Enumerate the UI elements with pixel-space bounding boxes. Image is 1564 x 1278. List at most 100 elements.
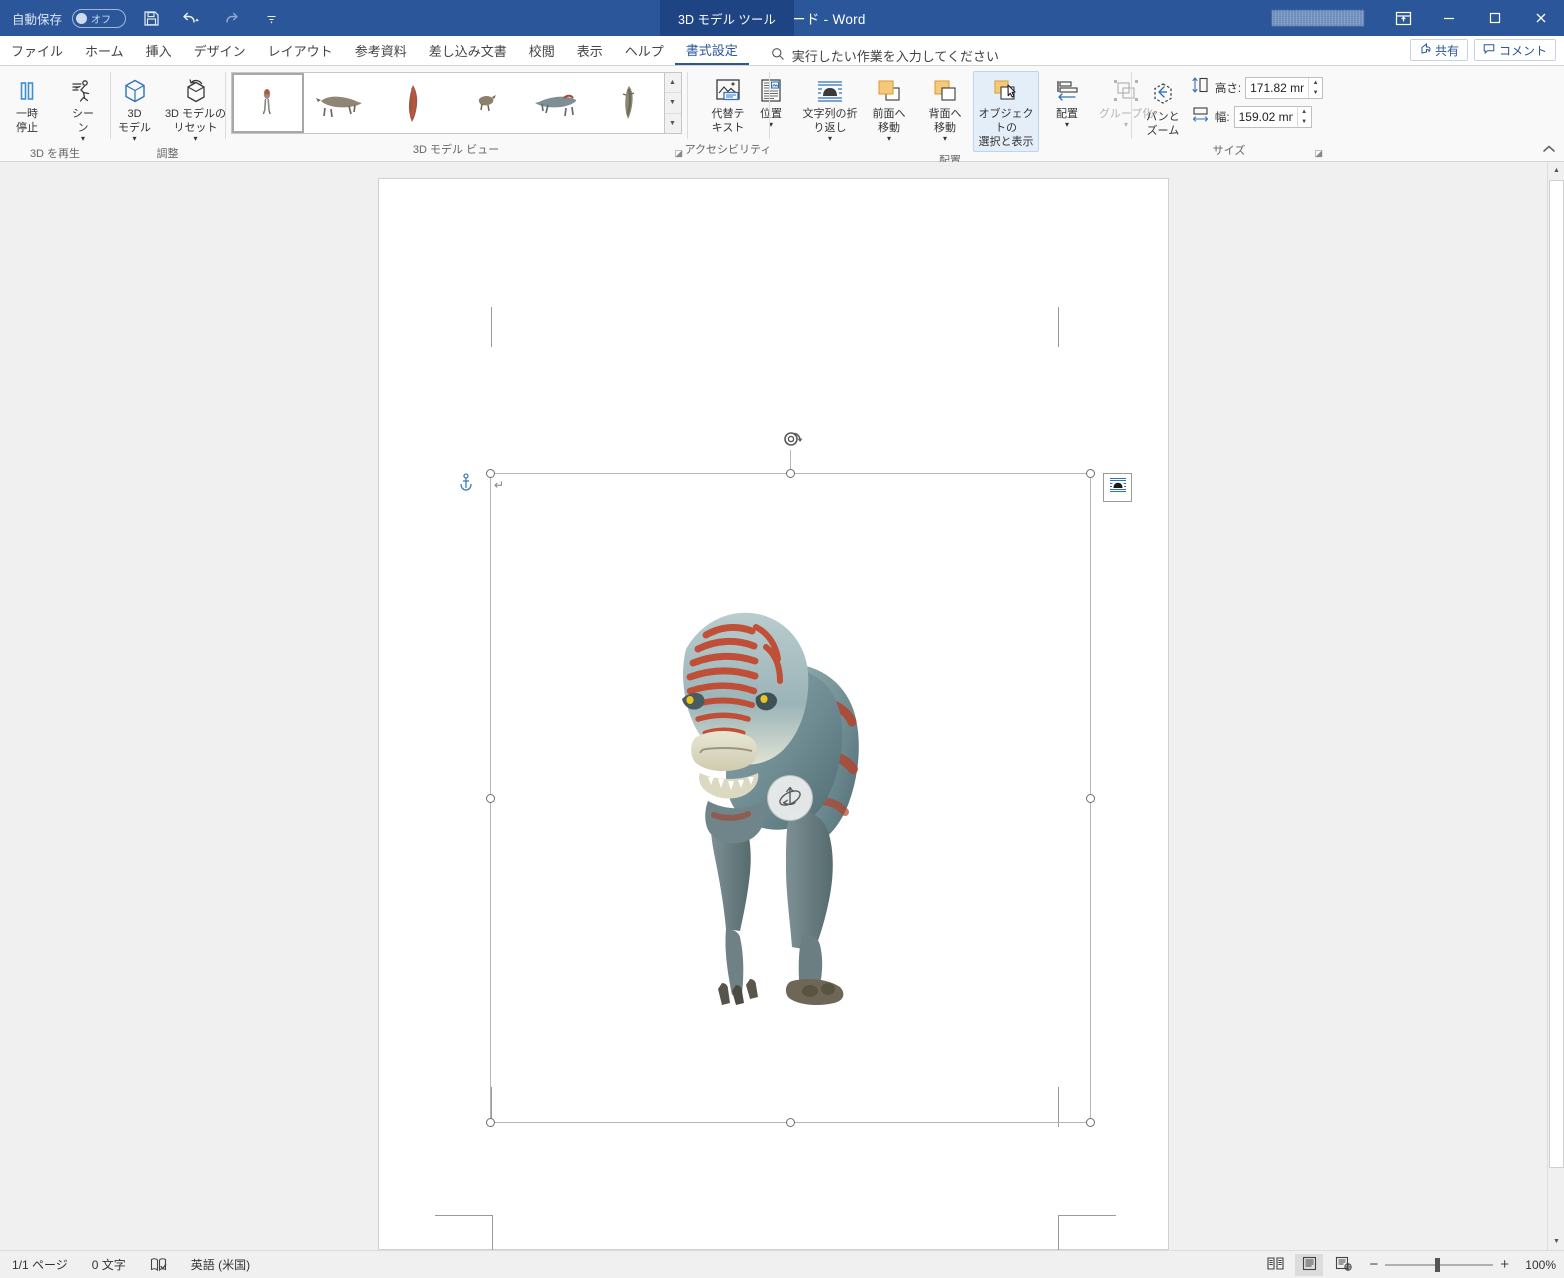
undo-icon[interactable] bbox=[176, 5, 206, 31]
maximize-icon[interactable] bbox=[1472, 0, 1518, 36]
resize-handle-middle-left[interactable] bbox=[486, 794, 495, 803]
bring-forward-button[interactable]: 前面へ 移動 ▾ bbox=[861, 71, 917, 145]
tab-format[interactable]: 書式設定 bbox=[675, 35, 749, 65]
tell-me-search[interactable]: 実行したい作業を入力してください bbox=[771, 46, 999, 65]
spin-down-icon[interactable]: ▼ bbox=[1298, 117, 1311, 127]
tab-file[interactable]: ファイル bbox=[0, 35, 74, 65]
shape-width-label: 幅: bbox=[1215, 109, 1230, 125]
shape-height-input[interactable] bbox=[1246, 78, 1308, 98]
rotate-handle-icon[interactable] bbox=[782, 428, 804, 450]
zoom-slider-thumb[interactable] bbox=[1435, 1258, 1440, 1272]
tab-insert[interactable]: 挿入 bbox=[135, 35, 183, 65]
resize-handle-bottom-left[interactable] bbox=[486, 1118, 495, 1127]
page-info[interactable]: 1/1 ページ bbox=[0, 1256, 80, 1273]
scene-button[interactable]: シー ン ▾ bbox=[55, 71, 111, 145]
resize-handle-top-center[interactable] bbox=[786, 469, 795, 478]
align-button[interactable]: 配置 ▾ bbox=[1039, 71, 1095, 131]
zoom-slider[interactable]: − + 100% bbox=[1369, 1256, 1556, 1273]
comment-button[interactable]: コメント bbox=[1474, 39, 1556, 61]
gallery-scrollbar[interactable]: ▲ ▼ ▼ bbox=[665, 72, 682, 134]
3d-model-view-gallery[interactable] bbox=[231, 72, 665, 134]
gallery-item-3d-view-back[interactable] bbox=[448, 73, 520, 133]
tab-mailings[interactable]: 差し込み文書 bbox=[418, 35, 518, 65]
dialog-launcher-icon[interactable]: ◪ bbox=[1314, 148, 1323, 159]
reset-3d-model-button[interactable]: 3D モデルの リセット ▾ bbox=[163, 71, 229, 145]
redo-icon[interactable] bbox=[216, 5, 246, 31]
gallery-item-3d-view-right[interactable] bbox=[520, 73, 592, 133]
spin-up-icon[interactable]: ▲ bbox=[1309, 78, 1322, 88]
scroll-up-icon[interactable]: ▲ bbox=[1548, 162, 1564, 179]
web-layout-view-button[interactable] bbox=[1329, 1254, 1357, 1276]
layout-options-button[interactable] bbox=[1103, 473, 1132, 502]
tab-help[interactable]: ヘルプ bbox=[614, 35, 675, 65]
shape-height-spin-arrows[interactable]: ▲ ▼ bbox=[1308, 78, 1322, 98]
3d-model-label-line1: 3D bbox=[127, 108, 141, 122]
pause-3d-button[interactable]: 一時 停止 bbox=[0, 71, 55, 139]
tab-references[interactable]: 参考資料 bbox=[344, 35, 418, 65]
gallery-item-3d-view-top[interactable] bbox=[376, 73, 448, 133]
send-backward-button[interactable]: 背面へ 移動 ▾ bbox=[917, 71, 973, 145]
read-mode-view-button[interactable] bbox=[1261, 1254, 1289, 1276]
chevron-down-icon: ▾ bbox=[828, 136, 832, 142]
resize-handle-bottom-center[interactable] bbox=[786, 1118, 795, 1127]
proofing-status-icon[interactable] bbox=[138, 1257, 179, 1272]
collapse-ribbon-icon[interactable] bbox=[1542, 144, 1556, 157]
user-account-name[interactable] bbox=[1272, 10, 1364, 26]
status-bar-right: − + 100% bbox=[1261, 1254, 1556, 1276]
scene-run-icon bbox=[69, 74, 97, 108]
spin-up-icon[interactable]: ▲ bbox=[1298, 107, 1311, 117]
tab-review[interactable]: 校閲 bbox=[518, 35, 566, 65]
shape-width-spin-arrows[interactable]: ▲ ▼ bbox=[1297, 107, 1311, 127]
resize-handle-bottom-right[interactable] bbox=[1086, 1118, 1095, 1127]
shape-width-stepper[interactable]: ▲ ▼ bbox=[1234, 106, 1312, 128]
tab-layout[interactable]: レイアウト bbox=[257, 35, 344, 65]
scroll-down-icon[interactable]: ▼ bbox=[1548, 1233, 1564, 1250]
gallery-scroll-up-icon[interactable]: ▲ bbox=[665, 73, 681, 93]
document-canvas[interactable]: ↵ bbox=[0, 162, 1564, 1250]
minimize-icon[interactable] bbox=[1426, 0, 1472, 36]
width-icon bbox=[1191, 105, 1211, 128]
gallery-item-3d-view-left[interactable] bbox=[304, 73, 376, 133]
3d-orbit-control-icon[interactable] bbox=[767, 775, 813, 821]
tab-view[interactable]: 表示 bbox=[566, 35, 614, 65]
resize-handle-middle-right[interactable] bbox=[1086, 794, 1095, 803]
shape-height-stepper[interactable]: ▲ ▼ bbox=[1245, 77, 1323, 99]
position-button[interactable]: 位置 ▾ bbox=[743, 71, 799, 131]
language-status[interactable]: 英語 (米国) bbox=[179, 1256, 262, 1273]
zoom-out-button[interactable]: − bbox=[1369, 1256, 1378, 1273]
resize-handle-top-left[interactable] bbox=[486, 469, 495, 478]
zoom-level-label[interactable]: 100% bbox=[1516, 1258, 1556, 1272]
layout-options-icon bbox=[1108, 476, 1128, 499]
selection-pane-button[interactable]: オブジェクトの 選択と表示 bbox=[973, 71, 1039, 152]
quick-access-more-icon[interactable] bbox=[256, 5, 286, 31]
zoom-in-button[interactable]: + bbox=[1500, 1256, 1509, 1273]
vertical-scrollbar[interactable]: ▲ ▼ bbox=[1547, 162, 1564, 1250]
comment-icon bbox=[1483, 43, 1495, 58]
scrollbar-thumb[interactable] bbox=[1549, 180, 1564, 1168]
gallery-scroll-down-icon[interactable]: ▼ bbox=[665, 93, 681, 113]
share-icon bbox=[1419, 43, 1431, 58]
resize-handle-top-right[interactable] bbox=[1086, 469, 1095, 478]
print-layout-icon bbox=[1301, 1256, 1318, 1274]
gallery-item-3d-view-front[interactable] bbox=[232, 73, 304, 133]
autosave-state: オフ bbox=[91, 11, 111, 26]
shape-width-input[interactable] bbox=[1235, 107, 1297, 127]
gallery-more-icon[interactable]: ▼ bbox=[665, 114, 681, 133]
3d-model-button[interactable]: 3D モデル ▾ bbox=[107, 71, 163, 145]
tab-home[interactable]: ホーム bbox=[74, 35, 135, 65]
pan-and-zoom-button[interactable]: パンと ズーム bbox=[1135, 74, 1191, 142]
print-layout-view-button[interactable] bbox=[1295, 1254, 1323, 1276]
dialog-launcher-icon[interactable]: ◪ bbox=[674, 148, 683, 159]
save-icon[interactable] bbox=[136, 5, 166, 31]
wrap-text-button[interactable]: 文字列の折 り返し ▾ bbox=[799, 71, 861, 145]
word-count[interactable]: 0 文字 bbox=[80, 1256, 138, 1273]
spin-down-icon[interactable]: ▼ bbox=[1309, 88, 1322, 98]
tab-design[interactable]: デザイン bbox=[183, 35, 257, 65]
gallery-item-3d-view-above-front[interactable] bbox=[592, 73, 664, 133]
ribbon-display-options-icon[interactable] bbox=[1380, 0, 1426, 36]
zoom-slider-track[interactable] bbox=[1385, 1264, 1493, 1266]
autosave-toggle[interactable]: オフ bbox=[72, 9, 126, 28]
autosave-label: 自動保存 bbox=[12, 9, 62, 28]
close-icon[interactable] bbox=[1518, 0, 1564, 36]
share-button[interactable]: 共有 bbox=[1410, 39, 1468, 61]
